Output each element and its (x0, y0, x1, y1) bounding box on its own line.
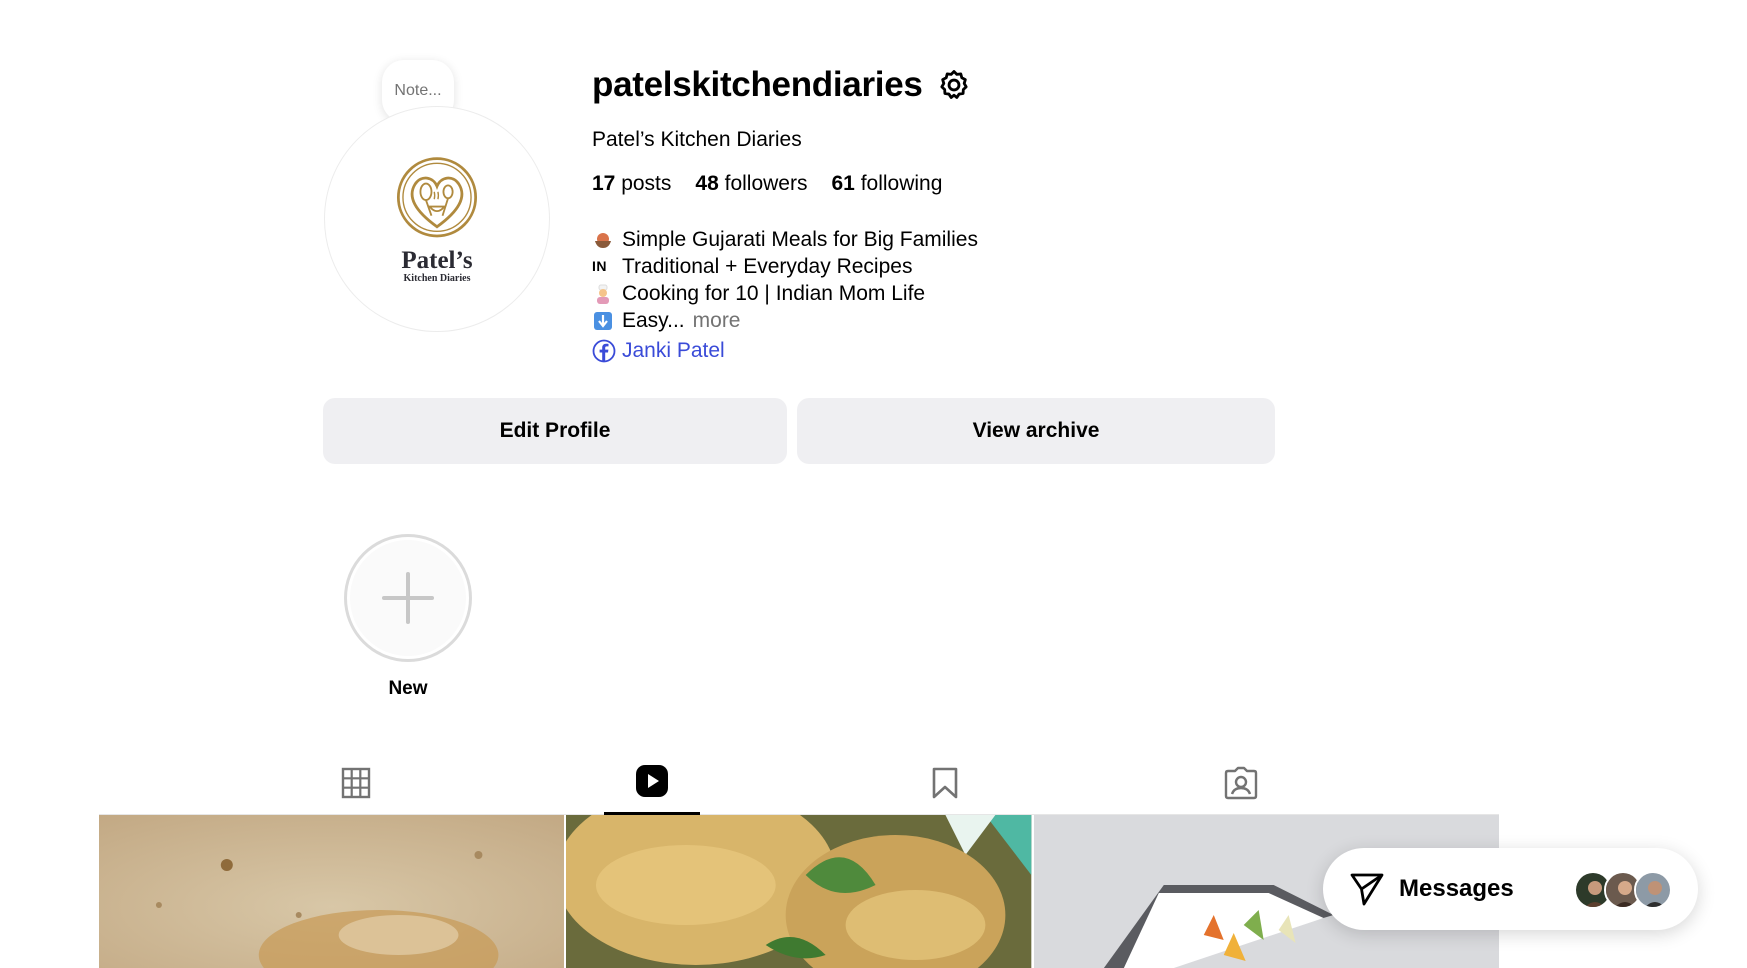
bio-line: Easy... more (592, 307, 978, 334)
messages-avatars (1574, 871, 1672, 909)
profile-tabs (99, 750, 1499, 815)
reel-thumbnail[interactable] (566, 815, 1032, 968)
messages-label: Messages (1399, 875, 1514, 902)
profile-avatar[interactable]: Patel’s Kitchen Diaries (324, 106, 550, 332)
tagged-icon (1224, 766, 1258, 799)
reel-thumbnail-image (99, 815, 565, 968)
facebook-link-text: Janki Patel (622, 339, 725, 362)
following-count[interactable]: 61 following (831, 172, 942, 196)
send-message-icon (1350, 873, 1384, 906)
reel-thumbnail[interactable] (99, 815, 565, 968)
cook-icon (592, 283, 614, 305)
username: patelskitchendiaries (592, 65, 923, 104)
bio-line: Cooking for 10 | Indian Mom Life (592, 280, 978, 307)
avatar: Patel’s Kitchen Diaries (324, 106, 550, 332)
profile-stats: 17 posts 48 followers 61 following (592, 172, 978, 196)
edit-profile-button[interactable]: Edit Profile (323, 398, 787, 464)
reels-icon (636, 765, 668, 797)
logo-subtitle: Kitchen Diaries (403, 272, 471, 284)
bio-line: IN Traditional + Everyday Recipes (592, 255, 913, 278)
new-highlight[interactable]: New (344, 534, 472, 700)
down-arrow-icon (592, 310, 614, 332)
posts-count: 17 posts (592, 172, 672, 195)
reels-grid (99, 815, 1499, 968)
avatar (1634, 871, 1672, 909)
messages-pill[interactable]: Messages (1323, 848, 1698, 930)
tab-reels[interactable] (604, 750, 700, 815)
highlight-ring (344, 534, 472, 662)
highlight-inner (350, 540, 466, 656)
view-archive-button[interactable]: View archive (797, 398, 1275, 464)
kitchen-logo-icon (396, 156, 478, 237)
bio-more-link[interactable]: more (693, 307, 741, 334)
facebook-icon (592, 339, 616, 363)
reel-thumbnail-image (566, 815, 1032, 968)
grid-icon (341, 767, 371, 798)
username-row: patelskitchendiaries (592, 60, 978, 110)
logo-name: Patel’s (401, 246, 473, 274)
plus-icon (382, 572, 434, 624)
facebook-link[interactable]: Janki Patel (592, 339, 978, 363)
profile-info: patelskitchendiaries Patel’s Kitchen Dia… (592, 60, 978, 363)
settings-gear-icon[interactable] (937, 68, 971, 102)
tab-saved[interactable] (897, 750, 993, 815)
india-flag-icon: IN (592, 258, 607, 274)
bio-line: Simple Gujarati Meals for Big Families (592, 226, 978, 253)
highlight-label: New (388, 678, 428, 699)
full-name: Patel’s Kitchen Diaries (592, 128, 802, 151)
tab-tagged[interactable] (1193, 750, 1289, 815)
tab-posts[interactable] (308, 750, 404, 815)
food-bowl-icon (592, 229, 614, 251)
bio: Simple Gujarati Meals for Big Families I… (592, 226, 978, 334)
followers-count[interactable]: 48 followers (695, 172, 807, 196)
bookmark-icon (932, 767, 958, 798)
